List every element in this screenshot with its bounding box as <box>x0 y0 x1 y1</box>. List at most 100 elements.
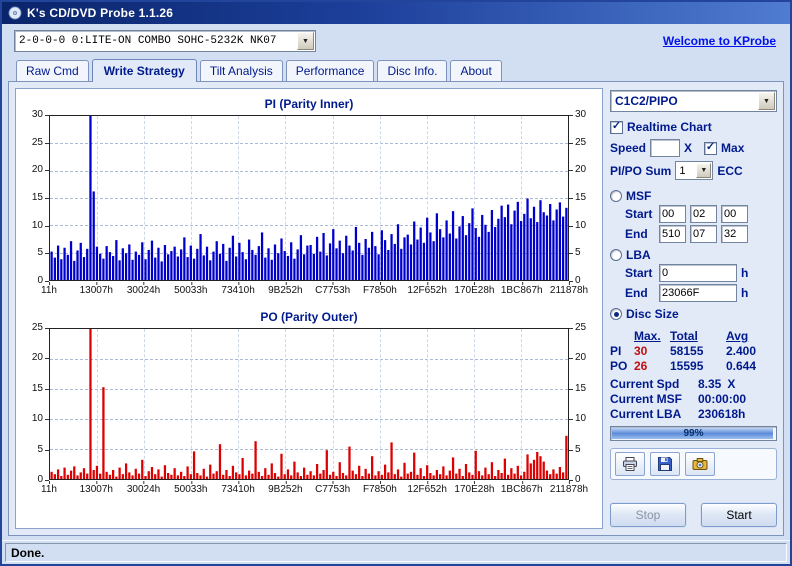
page-content: PI (Parity Inner) 0 5 10 15 20 25 30 0 5 10 15 20 2… <box>8 81 784 536</box>
x-tick-label: 13007h <box>79 282 113 296</box>
stats-pi-name: PI <box>610 344 622 358</box>
chevron-down-icon: ▼ <box>763 97 770 105</box>
y-tick-label: 20 <box>31 164 50 176</box>
msf-end-field-2[interactable] <box>690 225 717 243</box>
app-icon <box>8 6 22 20</box>
y-tick-label: 5 <box>569 247 581 259</box>
tab-performance[interactable]: Performance <box>285 60 375 81</box>
radio-msf[interactable] <box>610 190 622 202</box>
y-tick-label: 25 <box>568 322 587 333</box>
stats-corner <box>610 329 634 343</box>
device-select[interactable]: 2-0-0-0 0:LITE-ON COMBO SOHC-5232K NK07 … <box>14 30 316 52</box>
radio-lba[interactable] <box>610 249 622 261</box>
msf-label: MSF <box>626 189 652 203</box>
po-chart-title: PO (Parity Outer) <box>260 310 358 324</box>
status-bar: Done. <box>2 540 790 564</box>
progress-bar: 99% <box>610 426 777 441</box>
y-tick-label: 10 <box>568 413 587 425</box>
welcome-link[interactable]: Welcome to KProbe <box>663 34 776 48</box>
pi-y-axis-right: 0 5 10 15 20 25 30 <box>568 110 598 286</box>
pipo-sum-select[interactable]: 1 ▼ <box>675 161 714 180</box>
x-tick-label: 1BC867h <box>500 282 543 296</box>
msf-end-label: End <box>625 227 648 241</box>
current-msf-value: 00:00:00 <box>698 392 747 406</box>
tab-disc-info[interactable]: Disc Info. <box>377 60 448 81</box>
realtime-checkbox[interactable] <box>610 120 623 134</box>
progress-text: 99% <box>683 428 704 439</box>
x-tick-label: 30024h <box>126 282 161 296</box>
tab-about[interactable]: About <box>450 60 502 81</box>
msf-start-label: Start <box>625 207 653 221</box>
msf-start-field-2[interactable] <box>690 205 717 223</box>
speed-input[interactable] <box>650 139 681 157</box>
mode-select-value: C1C2/PIPO <box>615 94 678 108</box>
device-select-arrow[interactable]: ▼ <box>297 32 314 50</box>
camera-icon <box>692 458 708 470</box>
chevron-down-icon: ▼ <box>302 37 309 45</box>
ecc-label: ECC <box>717 163 743 178</box>
realtime-label: Realtime Chart <box>627 120 712 134</box>
x-tick-label: 12F652h <box>407 481 447 495</box>
x-tick-label: 1BC867h <box>500 481 543 495</box>
y-tick-label: 10 <box>31 413 50 425</box>
x-tick-label: 211878h <box>549 282 589 296</box>
current-msf-label: Current MSF <box>610 392 682 406</box>
speed-x-label: X <box>684 141 693 155</box>
print-button[interactable] <box>615 452 645 476</box>
y-tick-label: 5 <box>569 443 581 455</box>
lba-start-label: Start <box>625 266 653 280</box>
save-button[interactable] <box>650 452 680 476</box>
tab-tilt-analysis[interactable]: Tilt Analysis <box>199 60 283 81</box>
x-tick-label: C7753h <box>315 481 351 495</box>
lba-start-field[interactable] <box>659 264 737 282</box>
speed-label: Speed <box>610 141 647 155</box>
y-tick-label: 15 <box>31 192 50 203</box>
tab-write-strategy[interactable]: Write Strategy <box>91 59 197 82</box>
disc-size-label: Disc Size <box>626 307 679 321</box>
tab-raw-cmd[interactable]: Raw Cmd <box>16 60 89 81</box>
msf-end-field-1[interactable] <box>659 225 686 243</box>
x-tick-label: F7850h <box>362 481 397 495</box>
mode-select[interactable]: C1C2/PIPO ▼ <box>610 90 777 112</box>
stats-po-name: PO <box>610 359 628 373</box>
x-tick-label: 50033h <box>174 282 208 296</box>
x-tick-label: 73410h <box>221 481 255 495</box>
x-tick-label: 11h <box>41 481 57 495</box>
po-chart: PO (Parity Outer) 0 5 10 15 20 25 0 5 10 15 20 25 … <box>20 310 598 497</box>
snapshot-button[interactable] <box>685 452 715 476</box>
y-tick-label: 20 <box>31 352 50 364</box>
stats-pi-total: 58155 <box>670 344 704 358</box>
pipo-sum-arrow[interactable]: ▼ <box>696 163 712 178</box>
y-tick-label: 20 <box>568 352 587 364</box>
chart-panel: PI (Parity Inner) 0 5 10 15 20 25 30 0 5 10 15 20 2… <box>15 88 603 529</box>
max-checkbox[interactable] <box>704 141 718 155</box>
pi-y-axis-left: 0 5 10 15 20 25 30 <box>20 110 50 286</box>
y-tick-label: 25 <box>31 322 50 333</box>
current-lba-value: 230618h <box>698 407 746 421</box>
device-select-value: 2-0-0-0 0:LITE-ON COMBO SOHC-5232K NK07 <box>19 35 277 47</box>
msf-start-field-1[interactable] <box>659 205 686 223</box>
mode-select-arrow[interactable]: ▼ <box>758 92 775 110</box>
x-tick-label: 11h <box>41 282 57 296</box>
y-tick-label: 5 <box>37 247 49 259</box>
lba-end-label: End <box>625 286 648 300</box>
start-button[interactable]: Start <box>701 503 777 527</box>
po-plot-area <box>49 328 569 480</box>
stop-button[interactable]: Stop <box>610 503 686 527</box>
lba-end-field[interactable] <box>659 284 737 302</box>
x-tick-label: 73410h <box>221 282 255 296</box>
stats-header-total: Total <box>670 329 698 343</box>
y-tick-label: 5 <box>37 443 49 455</box>
pi-plot-area <box>49 115 569 281</box>
pipo-sum-value: 1 <box>679 164 686 177</box>
po-y-axis-left: 0 5 10 15 20 25 <box>20 323 50 485</box>
msf-end-field-3[interactable] <box>721 225 748 243</box>
x-tick-label: C7753h <box>315 282 351 296</box>
radio-disc-size[interactable] <box>610 308 622 320</box>
x-tick-label: F7850h <box>362 282 397 296</box>
action-icon-group <box>610 448 777 480</box>
msf-start-field-3[interactable] <box>721 205 748 223</box>
x-tick-label: 211878h <box>549 481 589 495</box>
y-tick-label: 30 <box>31 109 50 120</box>
lba-start-unit: h <box>741 266 749 280</box>
